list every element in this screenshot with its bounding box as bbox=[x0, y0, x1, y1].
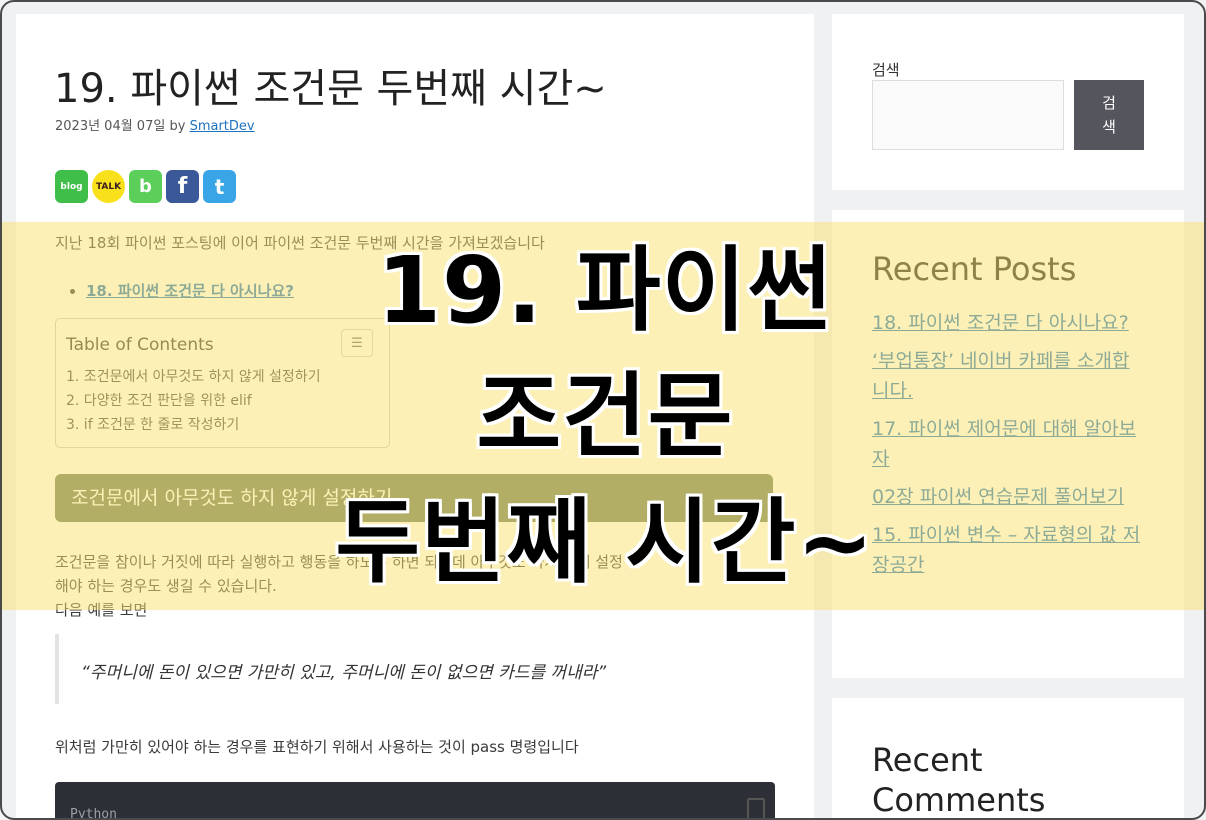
share-buttons: blog TALK b f t bbox=[55, 170, 236, 203]
post-title: 19. 파이썬 조건문 두번째 시간~ bbox=[54, 66, 607, 112]
blog-share-icon[interactable]: blog bbox=[55, 170, 88, 203]
quote-text: “주머니에 돈이 있으면 가만히 있고, 주머니에 돈이 없으면 카드를 꺼내라… bbox=[81, 663, 607, 683]
band-share-icon[interactable]: b bbox=[129, 170, 162, 203]
author-link[interactable]: SmartDev bbox=[190, 119, 255, 134]
recent-comments-title: Recent Comments bbox=[872, 741, 1046, 819]
twitter-share-icon[interactable]: t bbox=[203, 170, 236, 203]
post-date: 2023년 04월 07일 bbox=[55, 119, 166, 134]
code-block: Python bbox=[55, 782, 775, 820]
screenshot-frame: 19. 파이썬 조건문 두번째 시간~ 2023년 04월 07일 by Sma… bbox=[0, 0, 1206, 820]
overlay-line: 19. 파이썬 bbox=[377, 237, 833, 344]
code-language-label: Python bbox=[70, 807, 117, 820]
search-input[interactable] bbox=[872, 80, 1064, 150]
post-by: by bbox=[169, 119, 186, 134]
blockquote: “주머니에 돈이 있으면 가만히 있고, 주머니에 돈이 없으면 카드를 꺼내라… bbox=[55, 634, 777, 704]
overlay-title: 19. 파이썬 조건문 두번째 시간~ bbox=[2, 228, 1204, 606]
search-label: 검색 bbox=[872, 61, 900, 79]
recent-comments-widget: Recent Comments bbox=[832, 698, 1184, 819]
search-button[interactable]: 검색 bbox=[1074, 80, 1144, 150]
facebook-share-icon[interactable]: f bbox=[166, 170, 199, 203]
copy-icon[interactable] bbox=[747, 798, 765, 818]
search-button-label: 검색 bbox=[1102, 94, 1116, 136]
overlay-line: 조건문 bbox=[476, 363, 734, 470]
kakaotalk-share-icon[interactable]: TALK bbox=[92, 170, 125, 203]
post-meta: 2023년 04월 07일 by SmartDev bbox=[55, 115, 255, 134]
overlay-line: 두번째 시간~ bbox=[335, 489, 875, 596]
pass-paragraph: 위처럼 가만히 있어야 하는 경우를 표현하기 위해서 사용하는 것이 pass… bbox=[55, 738, 579, 756]
search-widget: 검색 검색 bbox=[832, 14, 1184, 190]
